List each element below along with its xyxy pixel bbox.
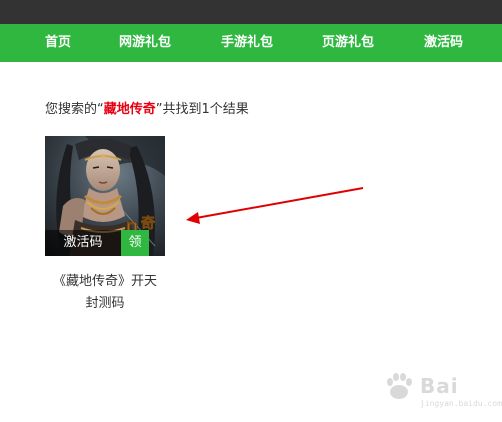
nav-online-game-gifts[interactable]: 网游礼包: [119, 24, 171, 62]
top-dark-bar: [0, 0, 502, 24]
search-keyword: 藏地传奇: [103, 102, 156, 117]
claim-button[interactable]: 领: [121, 230, 149, 256]
activation-code-badge: 激活码: [45, 230, 121, 256]
nav-activation-codes[interactable]: 激活码: [424, 24, 463, 62]
result-title-line1: 《藏地传奇》开天: [52, 274, 157, 289]
main-nav: 首页 网游礼包 手游礼包 页游礼包 激活码: [0, 24, 502, 62]
result-card: ｎ 奇 激活码 领 《藏地传奇》开天 封测码: [45, 136, 165, 315]
watermark-brand: Bai: [420, 374, 459, 398]
nav-web-game-gifts[interactable]: 页游礼包: [322, 24, 374, 62]
search-summary-suffix: ”共找到1个结果: [155, 102, 249, 117]
result-title-line2: 封测码: [85, 296, 125, 311]
baidu-watermark: Bai jingyan.baidu.com: [382, 370, 502, 412]
search-summary-prefix: 您搜索的“: [45, 102, 104, 117]
search-result-summary: 您搜索的“藏地传奇”共找到1个结果: [45, 98, 249, 117]
nav-home[interactable]: 首页: [45, 24, 71, 62]
watermark-url: jingyan.baidu.com: [420, 399, 502, 408]
nav-mobile-game-gifts[interactable]: 手游礼包: [221, 24, 273, 62]
paw-logo-icon: [387, 373, 412, 399]
result-title-link[interactable]: 《藏地传奇》开天 封测码: [45, 271, 165, 315]
game-thumbnail[interactable]: ｎ 奇 激活码 领: [45, 136, 165, 256]
